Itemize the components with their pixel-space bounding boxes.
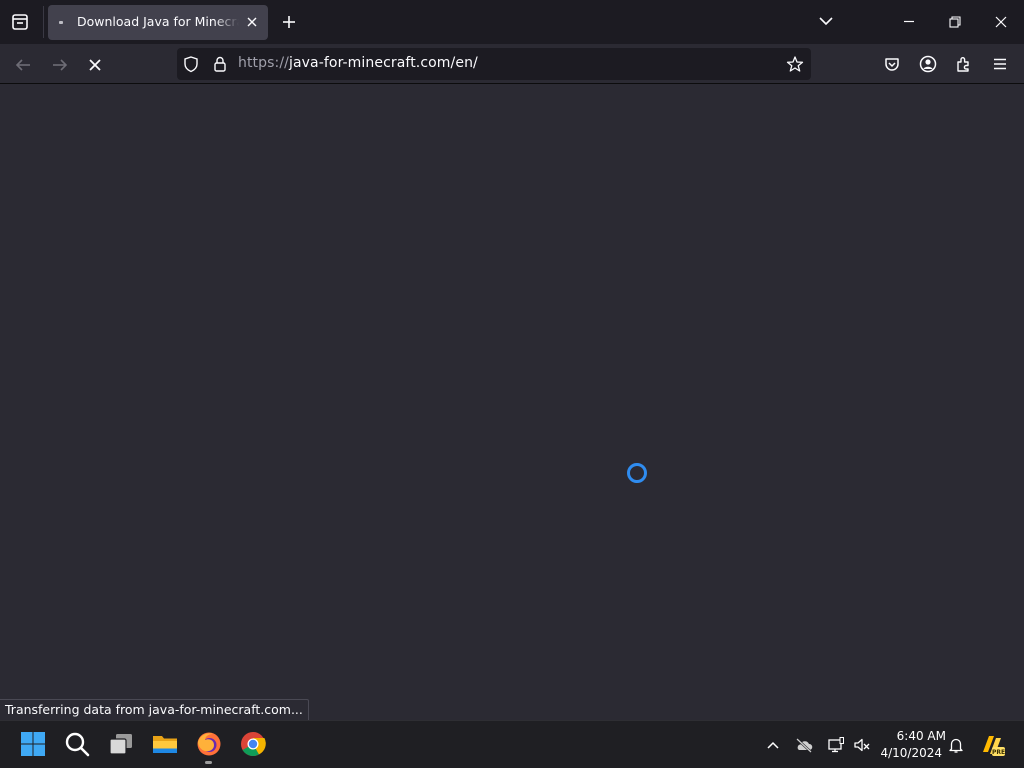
navigation-bar: https://java-for-minecraft.com/en/ xyxy=(0,44,1024,84)
svg-text:PRE: PRE xyxy=(992,749,1005,756)
screen: Download Java for Minecraft (R xyxy=(0,0,1024,768)
task-view-icon[interactable] xyxy=(108,731,134,757)
firefox-running-indicator xyxy=(205,761,212,764)
lock-icon[interactable] xyxy=(211,55,229,73)
taskbar: 6:40 AM 4/10/2024 PRE xyxy=(0,720,1024,768)
onedrive-offline-icon[interactable] xyxy=(795,736,813,754)
url-domain: java-for-minecraft.com/en/ xyxy=(288,55,478,71)
tracking-protection-shield-icon[interactable] xyxy=(182,55,200,73)
status-panel: Transferring data from java-for-minecraf… xyxy=(0,699,309,721)
tab-active[interactable]: Download Java for Minecraft (R xyxy=(48,5,268,40)
minimize-icon[interactable] xyxy=(886,0,932,44)
show-hidden-icons-chevron-up-icon[interactable] xyxy=(764,736,782,754)
stop-loading-icon[interactable] xyxy=(84,54,106,76)
clock-date[interactable]: 4/10/2024 xyxy=(880,746,942,760)
account-icon[interactable] xyxy=(918,54,938,74)
list-all-tabs-icon[interactable] xyxy=(803,0,849,44)
pocket-icon[interactable] xyxy=(882,54,902,74)
bookmark-star-icon[interactable] xyxy=(786,55,804,73)
close-tab-icon[interactable] xyxy=(243,13,261,31)
new-tab-icon[interactable] xyxy=(278,11,300,33)
tab-favicon-icon xyxy=(59,21,63,24)
extensions-icon[interactable] xyxy=(954,54,974,74)
forward-icon[interactable] xyxy=(49,54,71,76)
network-icon[interactable] xyxy=(827,736,845,754)
start-icon[interactable] xyxy=(20,731,46,757)
tab-title: Download Java for Minecraft (R xyxy=(77,14,239,29)
chrome-icon[interactable] xyxy=(240,731,266,757)
search-icon[interactable] xyxy=(64,731,90,757)
url-scheme: https:// xyxy=(238,55,289,71)
tab-separator xyxy=(43,6,44,38)
volume-muted-icon[interactable] xyxy=(853,736,871,754)
close-window-icon[interactable] xyxy=(978,0,1024,44)
copilot-preview-icon[interactable]: PRE xyxy=(980,732,1006,758)
restore-icon[interactable] xyxy=(932,0,978,44)
back-icon[interactable] xyxy=(12,54,34,76)
url-bar[interactable]: https://java-for-minecraft.com/en/ xyxy=(177,48,811,80)
notification-bell-icon[interactable] xyxy=(947,736,965,754)
tab-strip: Download Java for Minecraft (R xyxy=(0,0,1024,44)
firefox-icon[interactable] xyxy=(196,731,222,757)
file-explorer-icon[interactable] xyxy=(152,731,178,757)
page-content: Transferring data from java-for-minecraf… xyxy=(0,85,1024,721)
clock-time[interactable]: 6:40 AM xyxy=(880,729,946,743)
firefox-view-icon[interactable] xyxy=(0,0,40,44)
loading-spinner-icon xyxy=(627,463,647,483)
url-text[interactable]: https://java-for-minecraft.com/en/ xyxy=(238,55,478,71)
menu-icon[interactable] xyxy=(990,54,1010,74)
